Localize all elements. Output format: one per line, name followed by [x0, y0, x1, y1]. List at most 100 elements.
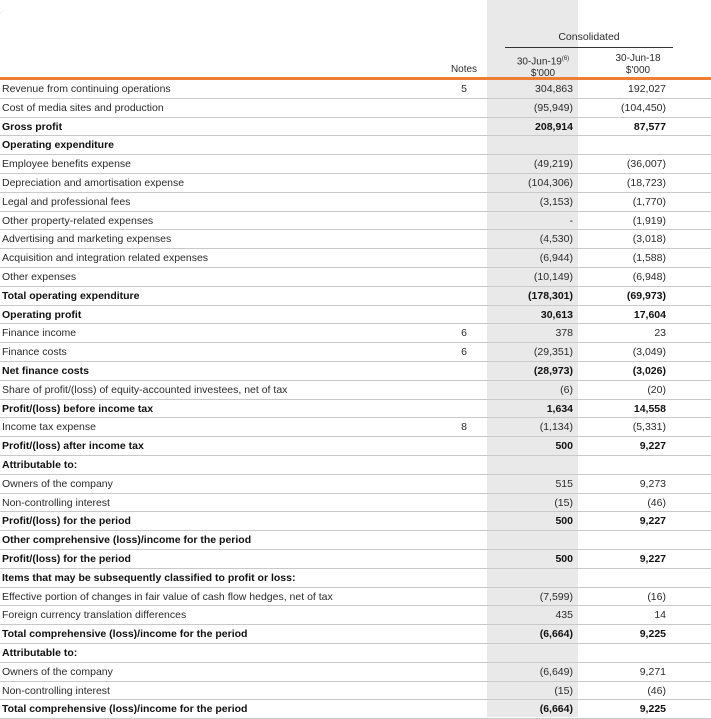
- row-label: Non-controlling interest: [2, 684, 110, 697]
- row-label: Operating profit: [2, 308, 82, 321]
- row-label: Non-controlling interest: [2, 496, 110, 509]
- row-label: Foreign currency translation differences: [2, 609, 187, 622]
- row-value-2019: (49,219): [533, 158, 573, 171]
- row-label: Other comprehensive (loss)/income for th…: [2, 534, 252, 547]
- row-value-2018: (5,331): [632, 421, 666, 434]
- table-row: Owners of the company 515 9,273: [0, 475, 711, 494]
- table-row: Finance income 6 378 23: [0, 324, 711, 344]
- row-value-2018: (36,007): [626, 158, 666, 171]
- row-value-2018: 9,227: [639, 440, 666, 453]
- row-value-2018: (3,049): [632, 346, 666, 359]
- row-value-2018: (104,450): [621, 101, 666, 114]
- row-value-2018: (16): [647, 590, 666, 603]
- row-label: Cost of media sites and production: [2, 101, 164, 114]
- table-row: Legal and professional fees (3,153) (1,770…: [0, 193, 711, 212]
- row-value-2019: (15): [554, 684, 573, 697]
- row-value-2019: 435: [555, 609, 573, 622]
- row-label: Owners of the company: [2, 477, 113, 490]
- row-value-2018: 17,604: [633, 308, 666, 321]
- row-label: Owners of the company: [2, 665, 113, 678]
- row-value-2019: 208,914: [535, 120, 573, 133]
- row-value-2018: 87,577: [633, 120, 666, 133]
- row-value-2019: 1,634: [546, 402, 573, 415]
- table-row: Foreign currency translation differences…: [0, 606, 711, 626]
- column-header-2019-date: 30-Jun-19: [516, 56, 562, 68]
- table-row: Share of profit/(loss) of equity-account…: [0, 381, 711, 400]
- row-value-2019: (10,149): [533, 271, 573, 283]
- row-note: 5: [461, 83, 467, 95]
- row-value-2019: (4,530): [539, 233, 573, 246]
- table-row: Finance costs 6 (29,351) (3,049): [0, 343, 711, 362]
- row-label: Gross profit: [2, 120, 63, 133]
- table-row: Attributable to:: [0, 456, 711, 475]
- column-header-notes: Notes: [450, 64, 478, 75]
- row-value-2018: (3,026): [632, 365, 666, 377]
- row-value-2019: 500: [555, 553, 573, 565]
- row-note: 6: [461, 346, 467, 359]
- row-value-2019: (104,306): [528, 177, 573, 189]
- row-value-2019: (7,599): [539, 590, 573, 603]
- table-row: Profit/(loss) for the period 500 9,227: [0, 550, 711, 569]
- row-value-2019: -: [569, 214, 574, 227]
- row-label: Advertising and marketing expenses: [2, 233, 172, 246]
- row-value-2019: (1,134): [539, 421, 573, 434]
- column-header-2018-date: 30-Jun-18: [615, 53, 661, 64]
- row-label: Net finance costs: [2, 365, 89, 377]
- row-label: Legal and professional fees: [2, 195, 131, 208]
- row-label: Finance costs: [2, 346, 67, 359]
- row-label: Share of profit/(loss) of equity-account…: [2, 383, 288, 396]
- row-value-2018: (1,770): [632, 195, 666, 208]
- header-consolidated: Consolidated: [558, 31, 620, 43]
- row-value-2018: 9,271: [639, 665, 666, 678]
- row-label: Profit/(loss) for the period: [2, 515, 131, 528]
- column-header-2019-footnote: (6): [561, 56, 570, 62]
- row-value-2019: (3,153): [539, 195, 573, 208]
- row-value-2018: 9,225: [639, 628, 666, 641]
- table-row: Depreciation and amortisation expense (10…: [0, 174, 711, 193]
- row-value-2018: (6,948): [632, 271, 666, 283]
- row-value-2018: 14,558: [633, 402, 666, 415]
- table-row: Operating profit 30,613 17,604: [0, 306, 711, 325]
- row-label: Income tax expense: [2, 421, 96, 434]
- table-row: Attributable to:: [0, 644, 711, 663]
- row-label: Revenue from continuing operations: [2, 83, 171, 95]
- table-row: Other comprehensive (loss)/income for th…: [0, 531, 711, 550]
- table-row: Acquisition and integration related expe…: [0, 249, 711, 268]
- row-value-2019: (29,351): [533, 346, 573, 359]
- row-label: Acquisition and integration related expe…: [2, 252, 209, 265]
- table-row: Profit/(loss) for the period 500 9,227: [0, 512, 711, 532]
- row-value-2018: (18,723): [626, 177, 666, 189]
- row-value-2018: (46): [647, 684, 666, 697]
- row-label: Attributable to:: [2, 459, 78, 471]
- row-value-2018: 9,273: [639, 477, 666, 490]
- table-row: Advertising and marketing expenses (4,530…: [0, 230, 711, 250]
- row-label: Other property-related expenses: [2, 214, 154, 227]
- row-label: Total comprehensive (loss)/income for th…: [2, 628, 248, 641]
- row-value-2018: 9,227: [639, 515, 666, 528]
- table-row: Other property-related expenses - (1,919): [0, 212, 711, 231]
- row-label: Items that may be subsequently classifie…: [2, 571, 296, 584]
- row-value-2019: (6,664): [539, 628, 573, 641]
- row-label: Other expenses: [2, 271, 77, 283]
- row-value-2019: (6,649): [539, 665, 573, 678]
- row-label: Operating expenditure: [2, 139, 115, 152]
- row-value-2018: 192,027: [628, 83, 666, 95]
- table-row: Profit/(loss) before income tax 1,634 14,5…: [0, 400, 711, 419]
- row-note: 8: [461, 421, 467, 434]
- table-row: Total comprehensive (loss)/income for th…: [0, 625, 711, 644]
- column-header-2018: 30-Jun-18 $'000: [598, 53, 678, 77]
- row-label: Profit/(loss) for the period: [2, 553, 131, 565]
- row-label: Profit/(loss) before income tax: [2, 402, 154, 415]
- table-row: Operating expenditure: [0, 136, 711, 156]
- row-label: Depreciation and amortisation expense: [2, 177, 185, 189]
- table-row: Profit/(loss) after income tax 500 9,227: [0, 437, 711, 456]
- row-value-2019: 515: [555, 477, 573, 490]
- table-row: Income tax expense 8 (1,134) (5,331): [0, 418, 711, 438]
- table-row: Total operating expenditure (178,301) (69,…: [0, 287, 711, 306]
- table-row: Net finance costs (28,973) (3,026): [0, 362, 711, 381]
- row-value-2018: (20): [647, 383, 666, 396]
- row-value-2018: 9,225: [639, 703, 666, 716]
- table-row: Employee benefits expense (49,219) (36,007…: [0, 155, 711, 174]
- row-label: Finance income: [2, 327, 77, 340]
- row-value-2019: 500: [555, 440, 573, 453]
